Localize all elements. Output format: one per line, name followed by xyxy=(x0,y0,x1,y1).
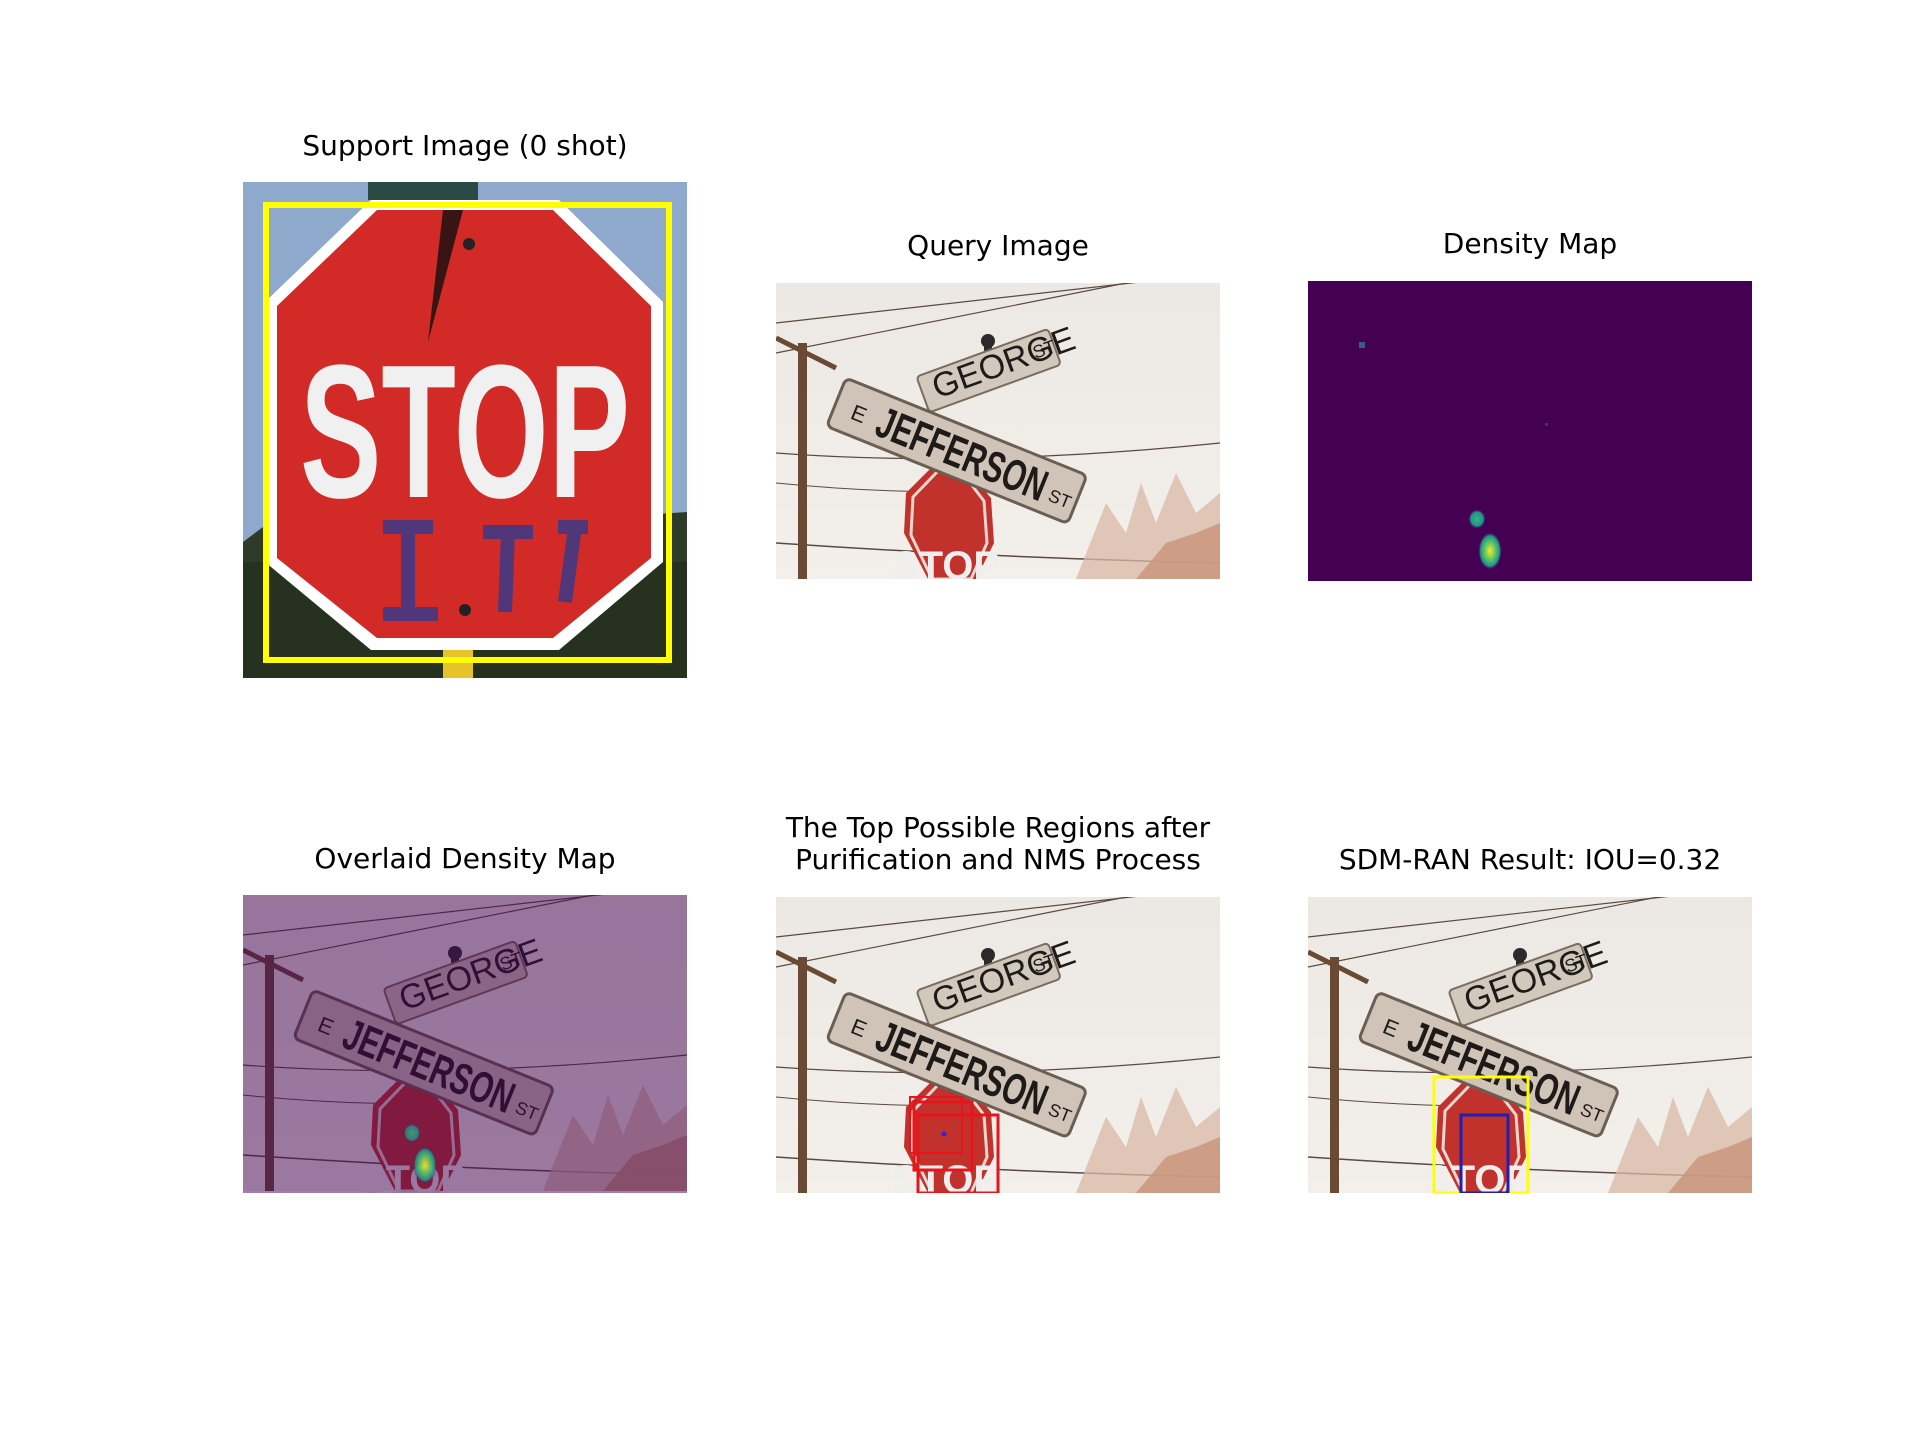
density-map xyxy=(1308,281,1752,581)
overlaid-title: Overlaid Density Map xyxy=(314,842,616,875)
regions-stop-sign-text: STOP xyxy=(892,1158,1000,1193)
support-title: Support Image (0 shot) xyxy=(302,129,628,162)
overlaid-density-map: GEORGE ST E JEFFERSON ST STOP xyxy=(243,895,687,1193)
density-title: Density Map xyxy=(1442,227,1618,260)
query-image: GEORGE ST E JEFFERSON ST STOP xyxy=(776,283,1220,579)
support-image: STOP xyxy=(243,182,687,678)
regions-image: GEORGE ST E JEFFERSON ST STOP xyxy=(776,897,1220,1193)
result-image: GEORGE ST E JEFFERSON ST STOP xyxy=(1308,897,1752,1193)
regions-title: The Top Possible Regions after Purificat… xyxy=(785,811,1211,876)
stop-sign-text: STOP xyxy=(892,544,1000,579)
query-title: Query Image xyxy=(907,229,1089,262)
result-stop-sign-text: STOP xyxy=(1424,1158,1532,1193)
support-sign-text: STOP xyxy=(300,326,630,538)
result-title: SDM-RAN Result: IOU=0.32 xyxy=(1338,843,1722,876)
